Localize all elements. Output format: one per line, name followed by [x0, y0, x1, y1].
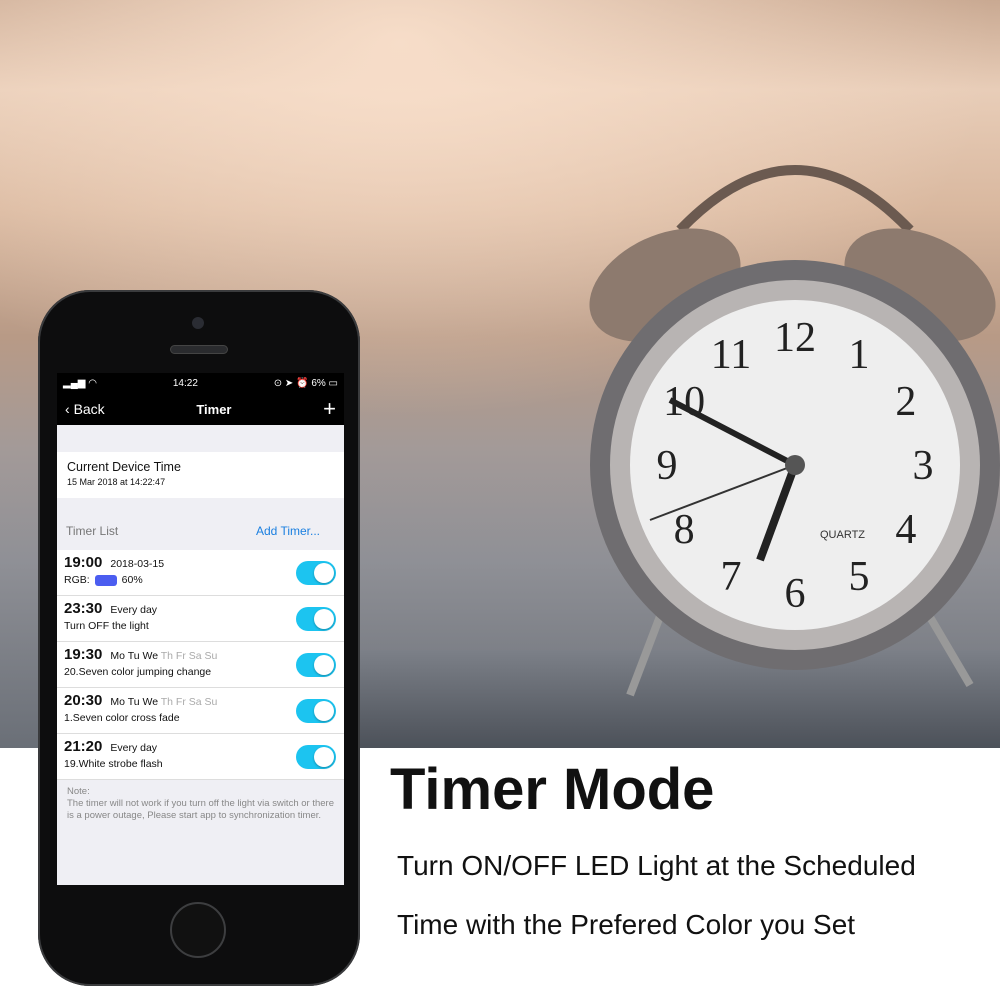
timer-days: 2018-03-15 [110, 558, 164, 570]
headline: Timer Mode [390, 757, 715, 822]
timer-row[interactable]: 21:20 Every day 19.White strobe flash [57, 734, 344, 780]
days-off: Th Fr Sa Su [160, 650, 218, 662]
timer-detail: 60% [121, 574, 143, 586]
subtitle-line-2: Time with the Prefered Color you Set [397, 909, 856, 940]
rgb-label: RGB: [64, 574, 90, 586]
timer-time: 19:30 [64, 646, 103, 663]
timer-row[interactable]: 23:30 Every day Turn OFF the light [57, 596, 344, 642]
timer-detail: 20.Seven color jumping change [64, 666, 212, 678]
earpiece-speaker [170, 345, 228, 354]
clock-numeral: 4 [895, 507, 916, 553]
clock-numeral: 2 [895, 379, 916, 425]
clock-numeral: 12 [774, 315, 816, 361]
front-camera [192, 317, 204, 329]
clock-numeral: 1 [849, 332, 870, 378]
app-screen: ▂▄▆ ◠ 14:22 ⊙ ➤ ⏰ 6% ▭ ‹ Back Timer + Cu… [57, 373, 344, 885]
days-on: Mo Tu We [110, 650, 159, 662]
clock-numeral: 8 [674, 507, 695, 553]
note-title: Note: [67, 786, 90, 797]
back-label: Back [73, 401, 105, 417]
clock-numeral: 9 [657, 443, 678, 489]
timer-days: Mo Tu We Th Fr Sa Su [110, 650, 217, 662]
status-right: ⊙ ➤ ⏰ 6% ▭ [273, 377, 338, 389]
clock-numeral: 11 [711, 332, 751, 378]
signal-wifi-icon: ▂▄▆ ◠ [63, 377, 97, 389]
timer-days: Every day [110, 742, 157, 754]
timer-time: 19:00 [64, 554, 103, 571]
back-button[interactable]: ‹ Back [65, 401, 105, 417]
timer-list-title: Timer List [66, 524, 119, 538]
clock-brand: QUARTZ [820, 529, 865, 541]
plus-icon[interactable]: + [323, 396, 336, 422]
timer-detail: 19.White strobe flash [64, 758, 163, 770]
status-bar: ▂▄▆ ◠ 14:22 ⊙ ➤ ⏰ 6% ▭ [57, 373, 344, 393]
timer-days: Every day [110, 604, 157, 616]
status-time: 14:22 [172, 377, 198, 389]
days-on: Mo Tu We [110, 696, 159, 708]
device-time-value: 15 Mar 2018 at 14:22:47 [67, 477, 166, 487]
nav-bar: ‹ Back Timer + [57, 393, 344, 425]
page-title: Timer [196, 401, 232, 417]
timer-row[interactable]: 19:00 2018-03-15 RGB: 60% [57, 550, 344, 596]
home-button[interactable] [170, 902, 226, 958]
clock-numeral: 7 [721, 554, 742, 600]
alarm-clock-image: 1234567891011 12 QUARTZ [589, 165, 1000, 697]
timer-toggle[interactable] [296, 699, 336, 723]
note-text: The timer will not work if you turn off … [67, 798, 334, 821]
days-on: 2018-03-15 [110, 558, 165, 570]
clock-numeral: 3 [913, 443, 934, 489]
timer-detail: Turn OFF the light [64, 620, 149, 632]
timer-toggle[interactable] [296, 561, 336, 585]
timer-toggle[interactable] [296, 607, 336, 631]
subtitle-line-1: Turn ON/OFF LED Light at the Scheduled [397, 850, 916, 881]
timer-days: Mo Tu We Th Fr Sa Su [110, 696, 217, 708]
timer-row[interactable]: 20:30 Mo Tu We Th Fr Sa Su 1.Seven color … [57, 688, 344, 734]
add-timer-link[interactable]: Add Timer... [256, 524, 320, 538]
color-swatch [94, 574, 117, 586]
timer-list-header: Timer List Add Timer... [57, 498, 344, 550]
timer-detail: 1.Seven color cross fade [64, 712, 180, 724]
timer-toggle[interactable] [296, 653, 336, 677]
days-off: Th Fr Sa Su [160, 696, 218, 708]
timer-time: 20:30 [64, 692, 103, 709]
device-time-label: Current Device Time [67, 460, 181, 474]
timer-time: 23:30 [64, 600, 103, 617]
clock-numeral: 5 [849, 554, 870, 600]
timer-toggle[interactable] [296, 745, 336, 769]
timer-row[interactable]: 19:30 Mo Tu We Th Fr Sa Su 20.Seven color… [57, 642, 344, 688]
timer-time: 21:20 [64, 738, 103, 755]
days-on: Every day [110, 604, 158, 616]
clock-numeral: 6 [785, 571, 806, 617]
note: Note: The timer will not work if you tur… [57, 780, 344, 828]
device-time-card: Current Device Time 15 Mar 2018 at 14:22… [57, 452, 344, 498]
days-on: Every day [110, 742, 158, 754]
battery-level: 6% [311, 377, 326, 389]
